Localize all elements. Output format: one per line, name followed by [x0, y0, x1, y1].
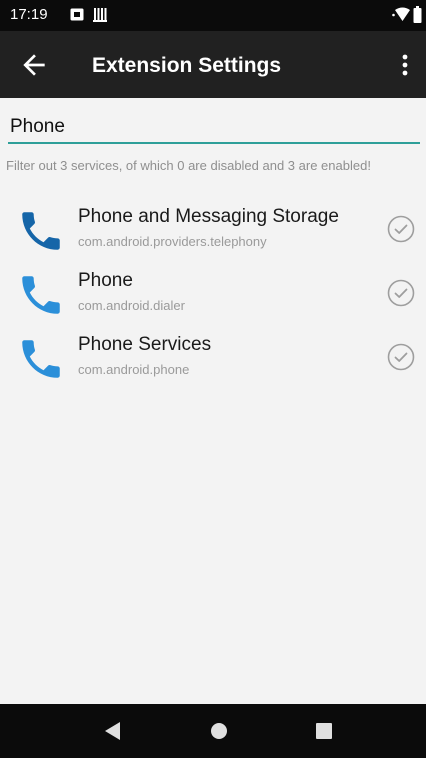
navigation-bar: [0, 704, 426, 758]
more-vert-icon[interactable]: [393, 51, 417, 79]
wifi-icon: [392, 7, 410, 21]
filter-summary: Filter out 3 services, of which 0 are di…: [6, 158, 371, 173]
check-circle-icon[interactable]: [386, 214, 416, 244]
status-bar: 17:19: [0, 0, 426, 31]
phone-icon: [22, 212, 60, 250]
arrow-left-icon[interactable]: [18, 49, 50, 81]
check-circle-icon[interactable]: [386, 342, 416, 372]
sim-icon: [93, 8, 107, 22]
status-time: 17:19: [10, 6, 48, 23]
service-name: Phone: [78, 270, 133, 291]
check-circle-icon[interactable]: [386, 278, 416, 308]
app-bar: Extension Settings: [0, 31, 426, 98]
phone-icon: [22, 340, 60, 378]
battery-icon: [413, 6, 422, 23]
home-circle-icon[interactable]: [210, 722, 228, 740]
service-package: com.android.dialer: [78, 298, 185, 313]
service-name: Phone and Messaging Storage: [78, 206, 339, 227]
back-triangle-icon[interactable]: [103, 721, 123, 741]
list-item[interactable]: Phone Services com.android.phone: [0, 328, 426, 392]
list-item[interactable]: Phone and Messaging Storage com.android.…: [0, 200, 426, 264]
search-input[interactable]: [8, 112, 420, 144]
list-item[interactable]: Phone com.android.dialer: [0, 264, 426, 328]
service-name: Phone Services: [78, 334, 212, 355]
service-package: com.android.providers.telephony: [78, 234, 267, 249]
phone-icon: [22, 276, 60, 314]
notification-icon: [70, 8, 84, 21]
recents-square-icon[interactable]: [316, 723, 332, 739]
page-title: Extension Settings: [92, 54, 282, 77]
service-package: com.android.phone: [78, 362, 190, 377]
